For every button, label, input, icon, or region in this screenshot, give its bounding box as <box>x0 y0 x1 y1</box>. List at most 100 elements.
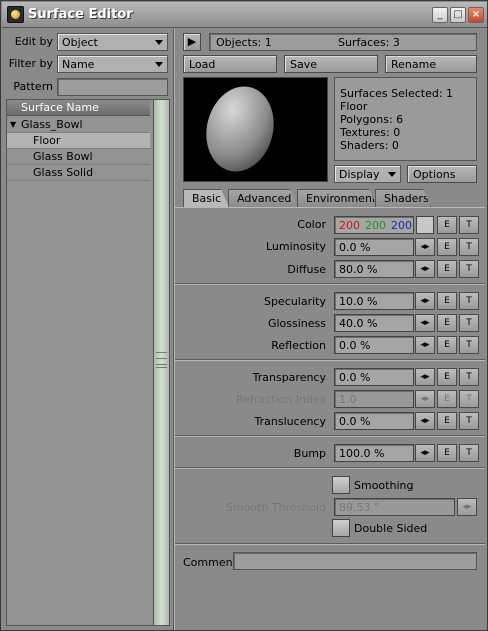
preview-sphere <box>197 79 283 179</box>
tree-item-object[interactable]: ▼ Glass_Bowl <box>7 117 150 133</box>
color-blue-value[interactable]: 200 <box>391 219 412 232</box>
load-button[interactable]: Load <box>183 55 277 73</box>
luminosity-input[interactable]: 0.0 % <box>334 238 414 256</box>
tab-shaders[interactable]: Shaders <box>375 189 431 207</box>
glossiness-envelope-button[interactable]: E <box>437 314 457 332</box>
comment-label: Comment <box>183 556 237 569</box>
reflection-envelope-button[interactable]: E <box>437 336 457 354</box>
play-button[interactable]: ▶ <box>183 33 201 51</box>
tab-basic[interactable]: Basic <box>183 189 229 207</box>
refraction-texture-button: T <box>459 390 479 408</box>
list-item-label: Floor <box>33 134 61 147</box>
surface-info-panel: Surfaces Selected: 1 Floor Polygons: 6 T… <box>334 77 477 161</box>
diffuse-input[interactable]: 80.0 % <box>334 260 414 278</box>
close-button[interactable]: × <box>468 7 484 23</box>
chevron-down-icon <box>155 62 163 67</box>
specularity-texture-button[interactable]: T <box>459 292 479 310</box>
glossiness-input[interactable]: 40.0 % <box>334 314 414 332</box>
surfaces-count: Surfaces: 3 <box>338 36 400 49</box>
options-button[interactable]: Options <box>407 165 477 183</box>
surface-list: Surface Name ▼ Glass_Bowl Floor Glass Bo… <box>6 99 170 626</box>
luminosity-envelope-button[interactable]: E <box>437 238 457 256</box>
color-swatch[interactable] <box>416 216 434 234</box>
surface-preview[interactable] <box>183 77 328 182</box>
pattern-input[interactable] <box>57 78 168 96</box>
luminosity-drag-icon[interactable]: ◂▸ <box>415 238 435 256</box>
smooth-threshold-label: Smooth Threshold <box>225 501 326 514</box>
smoothing-checkbox[interactable] <box>332 476 350 494</box>
minimize-button[interactable]: _ <box>432 7 448 23</box>
maximize-button[interactable]: □ <box>450 7 466 23</box>
translucency-texture-button[interactable]: T <box>459 412 479 430</box>
chevron-down-icon <box>155 40 163 45</box>
bump-envelope-button[interactable]: E <box>437 444 457 462</box>
reflection-drag-icon[interactable]: ◂▸ <box>415 336 435 354</box>
list-item-glass-bowl[interactable]: Glass Bowl <box>7 149 150 165</box>
bump-drag-icon[interactable]: ◂▸ <box>415 444 435 462</box>
color-green-value[interactable]: 200 <box>365 219 386 232</box>
section-divider <box>175 543 485 545</box>
glossiness-drag-icon[interactable]: ◂▸ <box>415 314 435 332</box>
surface-editor-window: Surface Editor _ □ × Edit by Object Filt… <box>0 0 488 631</box>
section-divider <box>175 359 485 361</box>
list-item-glass-solid[interactable]: Glass Solid <box>7 165 150 181</box>
specularity-envelope-button[interactable]: E <box>437 292 457 310</box>
translucency-drag-icon[interactable]: ◂▸ <box>415 412 435 430</box>
double-sided-checkbox[interactable] <box>332 519 350 537</box>
chevron-down-icon <box>388 172 396 177</box>
tab-environment[interactable]: Environment <box>297 189 377 207</box>
info-surface-name: Floor <box>340 100 368 113</box>
list-item-floor[interactable]: Floor <box>7 133 150 149</box>
expand-arrow-icon[interactable]: ▼ <box>10 120 16 129</box>
reflection-input[interactable]: 0.0 % <box>334 336 414 354</box>
specularity-input[interactable]: 10.0 % <box>334 292 414 310</box>
objects-count: Objects: 1 <box>216 36 272 49</box>
filter-by-value: Name <box>62 58 95 71</box>
save-button[interactable]: Save <box>284 55 378 73</box>
color-envelope-button[interactable]: E <box>437 216 457 234</box>
diffuse-texture-button[interactable]: T <box>459 260 479 278</box>
reflection-texture-button[interactable]: T <box>459 336 479 354</box>
transparency-envelope-button[interactable]: E <box>437 368 457 386</box>
edit-by-dropdown[interactable]: Object <box>57 33 168 51</box>
color-texture-button[interactable]: T <box>459 216 479 234</box>
bump-texture-button[interactable]: T <box>459 444 479 462</box>
info-shaders: Shaders: 0 <box>340 139 399 152</box>
comment-input[interactable] <box>233 552 477 570</box>
transparency-texture-button[interactable]: T <box>459 368 479 386</box>
smoothing-label: Smoothing <box>354 479 414 492</box>
info-polygons: Polygons: 6 <box>340 113 404 126</box>
tab-baseline <box>175 207 485 209</box>
translucency-envelope-button[interactable]: E <box>437 412 457 430</box>
specularity-drag-icon[interactable]: ◂▸ <box>415 292 435 310</box>
info-surfaces-selected: Surfaces Selected: 1 <box>340 87 454 100</box>
color-label: Color <box>297 218 326 231</box>
color-red-value[interactable]: 200 <box>339 219 360 232</box>
info-textures: Textures: 0 <box>340 126 401 139</box>
double-sided-label: Double Sided <box>354 522 428 535</box>
color-rgb-input[interactable]: 200 200 200 <box>334 216 414 234</box>
tree-item-label: Glass_Bowl <box>21 118 83 131</box>
translucency-input[interactable]: 0.0 % <box>334 412 414 430</box>
glossiness-texture-button[interactable]: T <box>459 314 479 332</box>
filter-by-dropdown[interactable]: Name <box>57 55 168 73</box>
diffuse-drag-icon[interactable]: ◂▸ <box>415 260 435 278</box>
list-item-label: Glass Solid <box>33 166 94 179</box>
pane-divider <box>173 29 175 630</box>
display-dropdown[interactable]: Display <box>334 165 401 183</box>
transparency-drag-icon[interactable]: ◂▸ <box>415 368 435 386</box>
list-scrollbar[interactable] <box>153 100 169 625</box>
section-divider <box>175 435 485 437</box>
transparency-input[interactable]: 0.0 % <box>334 368 414 386</box>
smooth-threshold-drag-icon: ◂▸ <box>457 498 477 516</box>
refraction-drag-icon: ◂▸ <box>415 390 435 408</box>
surface-list-header[interactable]: Surface Name <box>7 100 150 116</box>
tab-advanced[interactable]: Advanced <box>228 189 298 207</box>
diffuse-envelope-button[interactable]: E <box>437 260 457 278</box>
luminosity-texture-button[interactable]: T <box>459 238 479 256</box>
bump-input[interactable]: 100.0 % <box>334 444 414 462</box>
scrollbar-grip[interactable] <box>156 352 167 368</box>
title-bar[interactable]: Surface Editor _ □ × <box>2 2 487 28</box>
rename-button[interactable]: Rename <box>385 55 477 73</box>
section-divider <box>175 467 485 469</box>
